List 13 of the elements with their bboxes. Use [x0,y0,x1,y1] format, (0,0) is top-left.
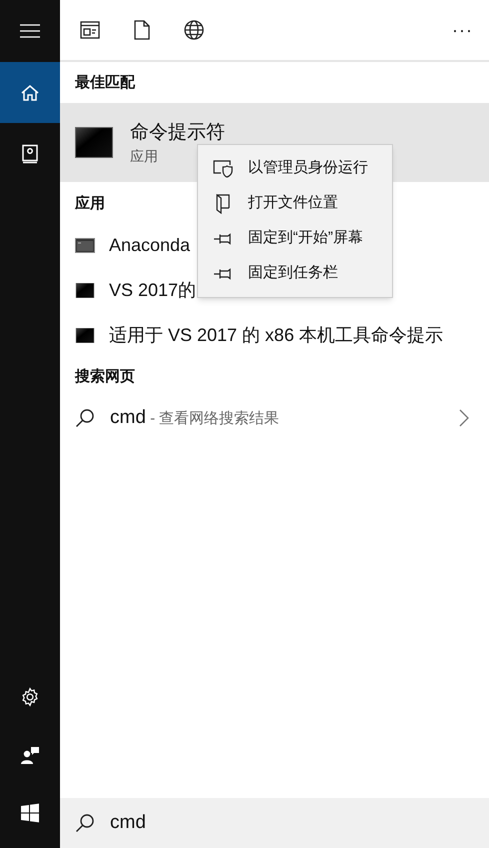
web-search-text: cmd - 查看网络搜索结果 [110,406,280,430]
section-heading: 应用 [75,194,105,214]
app-title: 命令提示符 [130,120,225,144]
app-name: Anaconda [109,234,190,257]
section-heading: 最佳匹配 [75,73,135,93]
menu-item-label: 固定到任务栏 [248,263,338,284]
app-name: VS 2017的 [109,279,196,302]
menu-item-label: 打开文件位置 [248,193,338,214]
app-type: 应用 [130,146,159,166]
menu-item-label: 固定到“开始”屏幕 [248,228,363,248]
app-name: 适用于 VS 2017 的 x86 本机工具命令提示 [109,324,444,347]
menu-item-label: 以管理员身份运行 [248,158,368,178]
section-heading: 搜索网页 [75,367,135,387]
